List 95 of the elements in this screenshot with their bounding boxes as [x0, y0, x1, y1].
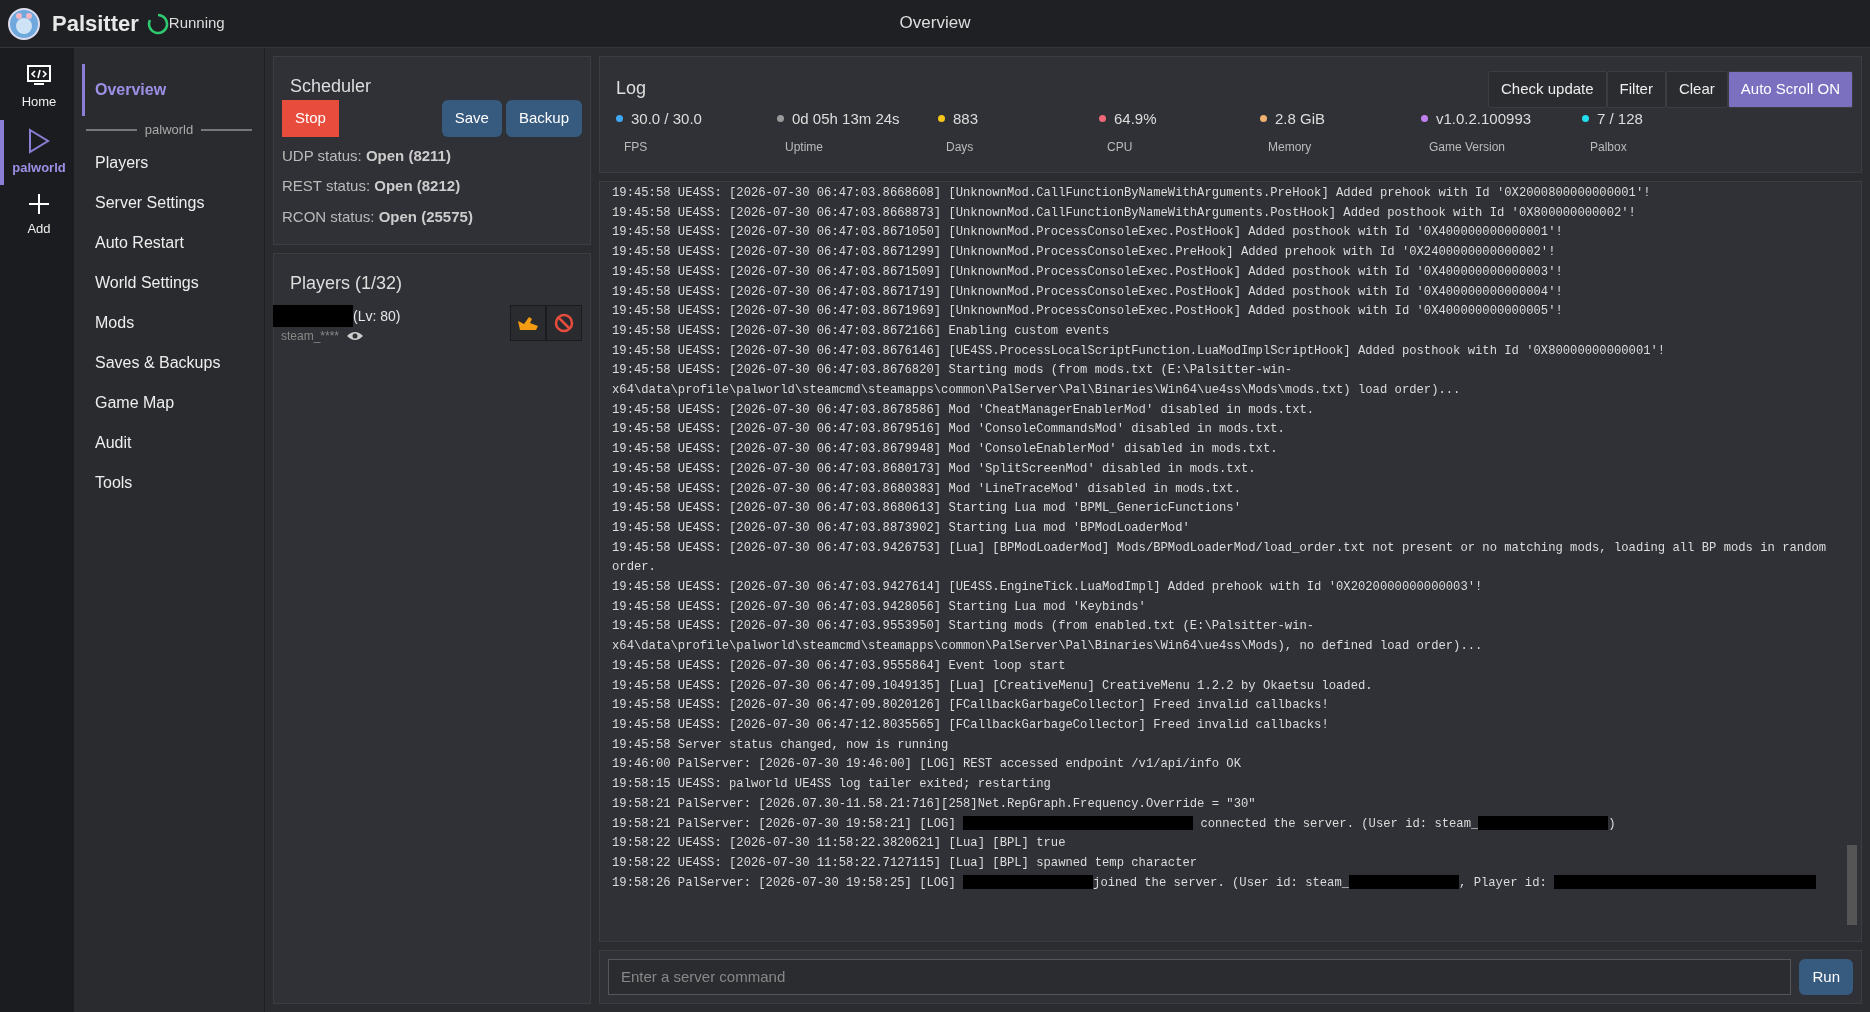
status-line: REST status: Open (8212) — [282, 176, 462, 196]
stat-label: Game Version — [1428, 139, 1507, 156]
nav-link[interactable]: Tools — [82, 463, 143, 502]
log-line: 19:45:58 UE4SS: [2026-07-30 06:47:03.9555864] Event loop start — [612, 657, 1067, 675]
stat-value: 0d 05h 13m 24s — [792, 108, 900, 129]
log-text: ) — [1608, 816, 1616, 831]
nav-link[interactable]: Game Map — [82, 383, 185, 422]
status-text: Running — [168, 13, 225, 34]
stat-label: Days — [945, 139, 975, 156]
log-line: 19:45:58 UE4SS: [2026-07-30 06:47:03.8668608] [UnknownMod.CallFunctionByNameWithArguments.PreHook] Added prehook with Id '0X2000800000000001'! — [612, 185, 1652, 202]
status-line: RCON status: Open (25575) — [282, 206, 474, 227]
toolbar-button[interactable]: Clear — [1665, 71, 1728, 108]
log-line: 19:45:58 UE4SS: [2026-07-30 06:47:03.8671719] [UnknownMod.ProcessConsoleExec.PostHook] Added posthook with Id '0X400000000000004'! — [612, 283, 1564, 301]
log-line: 19:45:58 UE4SS: [2026-07-30 06:47:03.8680383] Mod 'LineTraceMod' disabled in mods.txt. — [612, 480, 1242, 498]
scheduler-button[interactable]: Stop — [282, 100, 339, 137]
log-line: 19:45:58 UE4SS: [2026-07-30 06:47:03.8672166] Enabling custom events — [612, 322, 1111, 340]
command-input[interactable]: Enter a server command — [608, 958, 1792, 995]
log-line: 19:45:58 UE4SS: [2026-07-30 06:47:09.8020126] [FCallbackGarbageCollector] Freed invalid callbacks! — [612, 697, 1330, 715]
scroll-thumb[interactable] — [1847, 844, 1857, 925]
log-line: 19:45:58 UE4SS: [2026-07-30 06:47:03.8676820] Starting mods (from mods.txt (E:\Palsitter-win-x64\data\profile\palworld\steamcmd\steamapps\common\PalServer\Pal\Binaries\Win64\ue4ss\Mods\mods.txt) load order)... — [612, 362, 1462, 400]
nav-link[interactable]: Mods — [82, 303, 145, 342]
panel-title: Players (1/32) — [289, 272, 404, 295]
log-text: , Player id: — [1459, 875, 1548, 890]
log-line: 19:45:58 UE4SS: [2026-07-30 06:47:03.9428056] Starting Lua mod 'Keybinds' — [612, 598, 1147, 616]
log-text: joined the server. (User id: steam_ — [1093, 875, 1350, 890]
nav-link[interactable]: Overview — [82, 64, 177, 116]
play-icon — [27, 127, 51, 154]
status-line: UDP status: Open (8211) — [282, 145, 452, 166]
stat-value: v1.0.2.100993 — [1436, 108, 1532, 129]
nav-link[interactable]: Players — [82, 143, 159, 182]
log-text: 19:58:26 PalServer: [2026-07-30 19:58:25] [LOG] — [612, 875, 957, 890]
stat-value: 64.9% — [1114, 108, 1157, 129]
log-line: 19:45:58 UE4SS: [2026-07-30 06:47:03.9553950] Starting mods (from enabled.txt (E:\Palsitter-win-x64\data\profile\palworld\steamcmd\steamapps\common\PalServer\Pal\Binaries\Win64\ue4ss\Mods), no defined load order)... — [612, 618, 1484, 656]
ban-button[interactable] — [546, 305, 582, 341]
log-line: 19:45:58 UE4SS: [2026-07-30 06:47:03.8873902] Starting Lua mod 'BPModLoaderMod' — [612, 519, 1191, 537]
stat-value: 7 / 128 — [1597, 108, 1643, 129]
player-level: (Lv: 80) — [353, 306, 401, 326]
log-line: 19:58:15 UE4SS: palworld UE4SS log tailer exited; restarting — [612, 776, 1052, 794]
logo-icon — [8, 7, 40, 40]
log-line: 19:45:58 UE4SS: [2026-07-30 06:47:03.8680173] Mod 'SplitScreenMod' disabled in mods.txt. — [612, 460, 1257, 478]
log-line: 19:45:58 UE4SS: [2026-07-30 06:47:03.8679948] Mod 'ConsoleEnablerMod' disabled in mods.txt. — [612, 441, 1279, 459]
log-line: 19:45:58 UE4SS: [2026-07-30 06:47:03.8671509] [UnknownMod.ProcessConsoleExec.PostHook] Added posthook with Id '0X400000000000003'! — [612, 263, 1564, 281]
log-text: connected the server. (User id: steam_ — [1199, 816, 1479, 831]
add-icon — [28, 193, 50, 215]
eye-icon[interactable] — [347, 331, 364, 341]
stat-value: 883 — [953, 108, 979, 129]
player-id: steam_**** — [281, 328, 340, 345]
toolbar-button[interactable]: Filter — [1606, 71, 1666, 108]
log-line: 19:45:58 UE4SS: [2026-07-30 06:47:09.1049135] [Lua] [CreativeMenu] CreativeMenu 1.2.2 by Okaetsu loaded. — [612, 677, 1374, 695]
log-line: 19:58:22 UE4SS: [2026-07-30 11:58:22.7127115] [Lua] [BPL] spawned temp character — [612, 854, 1199, 872]
scheduler-button[interactable]: Save — [441, 100, 502, 137]
toolbar-button[interactable]: Auto Scroll ON — [1727, 71, 1853, 108]
log-line: 19:45:58 UE4SS: [2026-07-30 06:47:03.8671299] [UnknownMod.ProcessConsoleExec.PreHook] Added prehook with Id '0X2400000000000002'! — [612, 244, 1557, 262]
nav-link[interactable]: Server Settings — [82, 183, 215, 222]
ban-icon — [554, 313, 574, 333]
shoe-icon — [517, 315, 539, 331]
log-line: 19:46:00 PalServer: [2026-07-30 19:46:00] [LOG] REST accessed endpoint /v1/api/info OK — [612, 756, 1242, 774]
log-line: 19:45:58 UE4SS: [2026-07-30 06:47:03.8668873] [UnknownMod.CallFunctionByNameWithArguments.PostHook] Added posthook with Id '0X800000000002'! — [612, 204, 1637, 222]
nav-link[interactable]: Audit — [82, 423, 142, 462]
rail-item[interactable]: Home — [0, 56, 74, 120]
stat-label: FPS — [623, 139, 649, 156]
log-line: 19:45:58 Server status changed, now is running — [612, 736, 950, 754]
monitor-code-icon — [26, 64, 52, 88]
log-line: 19:45:58 UE4SS: [2026-07-30 06:47:03.9426753] [Lua] [BPModLoaderMod] Mods/BPModLoaderMod/load_order.txt not present or no matching mods, loading all BP mods in random order. — [612, 539, 1828, 577]
stat-label: Memory — [1267, 139, 1313, 156]
nav-link[interactable]: World Settings — [82, 263, 209, 302]
log-line: 19:58:22 UE4SS: [2026-07-30 11:58:22.3820621] [Lua] [BPL] true — [612, 835, 1067, 853]
panel-title: Log — [615, 77, 648, 100]
stat-label: Palbox — [1589, 139, 1628, 156]
kick-button[interactable] — [510, 305, 546, 341]
log-line: 19:45:58 UE4SS: [2026-07-30 06:47:03.8680613] Starting Lua mod 'BPML_GenericFunctions' — [612, 500, 1242, 518]
scheduler-button[interactable]: Backup — [505, 100, 582, 137]
run-button[interactable]: Run — [1799, 958, 1853, 995]
log-line: 19:45:58 UE4SS: [2026-07-30 06:47:03.8679516] Mod 'ConsoleCommandsMod' disabled in mods.txt. — [612, 421, 1286, 439]
log-line: 19:45:58 UE4SS: [2026-07-30 06:47:12.8035565] [FCallbackGarbageCollector] Freed invalid callbacks! — [612, 717, 1330, 734]
group-label: palworld — [144, 121, 194, 139]
stat-value: 2.8 GiB — [1275, 108, 1326, 129]
nav-link[interactable]: Saves & Backups — [82, 343, 231, 382]
app-name: Palsitter — [52, 10, 139, 38]
stat-value: 30.0 / 30.0 — [631, 108, 702, 129]
page-title: Overview — [899, 12, 971, 34]
stat-label: Uptime — [784, 139, 824, 156]
log-line: 19:45:58 UE4SS: [2026-07-30 06:47:03.8671050] [UnknownMod.ProcessConsoleExec.PostHook] Added posthook with Id '0X400000000000001'! — [612, 224, 1564, 242]
nav-link[interactable]: Auto Restart — [82, 223, 194, 262]
stat-label: CPU — [1106, 139, 1134, 156]
log-line: 19:45:58 UE4SS: [2026-07-30 06:47:03.8678586] Mod 'CheatManagerEnablerMod' disabled in mods.txt. — [612, 401, 1316, 419]
panel-title: Scheduler — [289, 75, 373, 98]
log-text: 19:58:21 PalServer: [2026-07-30 19:58:21] [LOG] — [612, 816, 957, 831]
log-line: 19:58:21 PalServer: [2026.07.30-11.58.21:716][258]Net.RepGraph.Frequency.Override = "30" — [612, 795, 1257, 813]
log-line: 19:45:58 UE4SS: [2026-07-30 06:47:03.8671969] [UnknownMod.ProcessConsoleExec.PostHook] Added posthook with Id '0X400000000000005'! — [612, 303, 1564, 321]
log-line: 19:45:58 UE4SS: [2026-07-30 06:47:03.8676146] [UE4SS.ProcessLocalScriptFunction.LuaModImplScriptHook] Added posthook with Id '0X80000000000001'! — [612, 342, 1667, 360]
rail-item[interactable]: Add — [0, 185, 74, 247]
spinner-icon — [146, 12, 169, 35]
toolbar-button[interactable]: Check update — [1488, 71, 1607, 108]
log-line: 19:45:58 UE4SS: [2026-07-30 06:47:03.9427614] [UE4SS.EngineTick.LuaModImpl] Added prehook with Id '0X2020000000000003'! — [612, 579, 1484, 597]
